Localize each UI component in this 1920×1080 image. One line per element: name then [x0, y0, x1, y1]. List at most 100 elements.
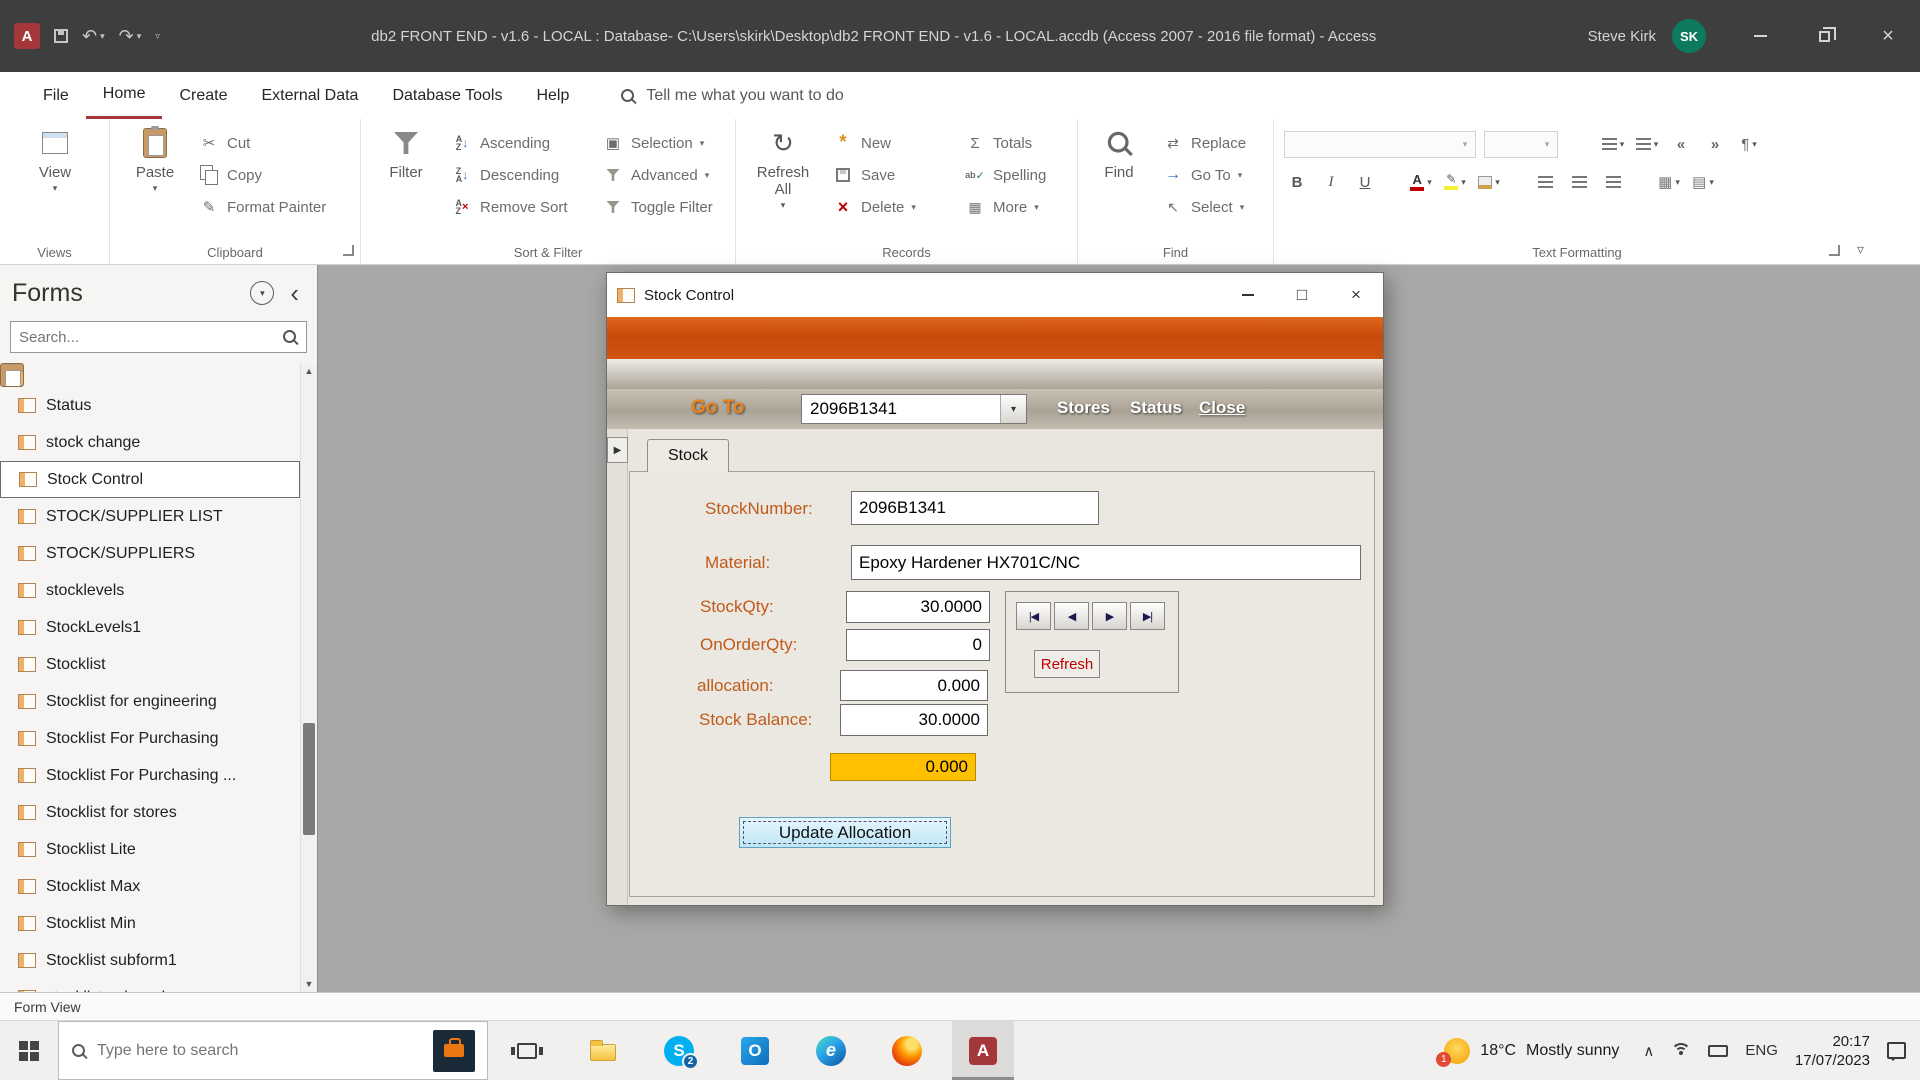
fill-color-button[interactable]: ▾: [1476, 169, 1502, 195]
new-record-button[interactable]: *New: [832, 127, 916, 159]
totals-button[interactable]: ΣTotals: [964, 127, 1046, 159]
sidebar-search-input[interactable]: [19, 329, 282, 346]
italic-button[interactable]: I: [1318, 169, 1344, 195]
scrollbar-thumb[interactable]: [303, 723, 315, 835]
file-explorer-button[interactable]: [572, 1021, 634, 1080]
record-selector[interactable]: ▶: [607, 437, 628, 463]
filter-button[interactable]: Filter: [369, 125, 443, 181]
skype-button[interactable]: S2: [648, 1021, 710, 1080]
form-minimize-button[interactable]: [1221, 273, 1275, 317]
sidebar-search-box[interactable]: [10, 321, 307, 353]
advanced-filter-button[interactable]: Advanced▾: [602, 159, 713, 191]
search-highlights-icon[interactable]: [433, 1030, 475, 1072]
firefox-button[interactable]: [876, 1021, 938, 1080]
list-item[interactable]: Status: [0, 387, 300, 424]
access-taskbar-button[interactable]: A: [952, 1021, 1014, 1080]
tab-create[interactable]: Create: [162, 72, 244, 119]
stock-balance-input[interactable]: [840, 704, 988, 736]
tell-me-box[interactable]: Tell me what you want to do: [620, 87, 843, 105]
align-center-button[interactable]: [1566, 169, 1592, 195]
list-item[interactable]: Stocklist for stores: [0, 794, 300, 831]
close-button[interactable]: ×: [1856, 0, 1920, 72]
outlook-button[interactable]: O: [724, 1021, 786, 1080]
on-order-qty-input[interactable]: [846, 629, 990, 661]
status-button[interactable]: Status: [1130, 398, 1182, 418]
align-right-button[interactable]: [1600, 169, 1626, 195]
goto-input[interactable]: [802, 395, 1000, 423]
copy-button[interactable]: Copy: [198, 159, 326, 191]
list-item[interactable]: Stocklist For Purchasing: [0, 720, 300, 757]
gridlines-button[interactable]: ▦▾: [1656, 169, 1682, 195]
restore-button[interactable]: [1792, 0, 1856, 72]
list-item[interactable]: Stocklist For Purchasing ...: [0, 757, 300, 794]
tab-stock[interactable]: Stock: [647, 439, 729, 472]
form-close-button[interactable]: ×: [1329, 273, 1383, 317]
descending-button[interactable]: ZA↓Descending: [451, 159, 568, 191]
list-item[interactable]: stocklevels: [0, 572, 300, 609]
refresh-all-button[interactable]: ↻ Refresh All ▾: [750, 125, 816, 210]
list-item[interactable]: STOCK/SUPPLIERS: [0, 535, 300, 572]
save-record-button[interactable]: Save: [832, 159, 916, 191]
go-to-button[interactable]: →Go To▾: [1162, 159, 1246, 191]
collapse-pane-icon[interactable]: ‹: [284, 281, 305, 305]
form-maximize-button[interactable]: □: [1275, 273, 1329, 317]
previous-record-button[interactable]: ◀: [1054, 602, 1089, 630]
start-button[interactable]: [0, 1021, 58, 1080]
scrollbar[interactable]: ▲ ▼: [300, 363, 317, 992]
text-direction-button[interactable]: ¶▾: [1736, 131, 1762, 157]
list-item-clipped[interactable]: [0, 363, 24, 387]
save-button[interactable]: [54, 29, 68, 43]
stock-qty-input[interactable]: [846, 591, 990, 623]
allocation-highlight-field[interactable]: [830, 753, 976, 781]
list-item[interactable]: Stocklist Max: [0, 868, 300, 905]
selection-button[interactable]: ▣Selection▾: [602, 127, 713, 159]
paste-button[interactable]: Paste ▾: [118, 125, 192, 193]
nav-pane-menu-icon[interactable]: ▾: [250, 281, 274, 305]
undo-button[interactable]: ↶▾: [82, 26, 105, 47]
list-item[interactable]: StockLevels1: [0, 609, 300, 646]
task-view-button[interactable]: [496, 1021, 558, 1080]
combo-dropdown-icon[interactable]: ▾: [1000, 395, 1026, 423]
taskbar-search-input[interactable]: [97, 1042, 423, 1060]
access-app-icon[interactable]: A: [14, 23, 40, 49]
select-button[interactable]: ↖Select▾: [1162, 191, 1246, 223]
material-input[interactable]: [851, 545, 1361, 580]
tab-home[interactable]: Home: [86, 72, 163, 119]
highlight-button[interactable]: ✎▾: [1442, 169, 1468, 195]
list-item[interactable]: Stocklist subform1: [0, 942, 300, 979]
user-name[interactable]: Steve Kirk: [1588, 28, 1656, 45]
list-item[interactable]: Stocklist Min: [0, 905, 300, 942]
align-left-button[interactable]: [1532, 169, 1558, 195]
underline-button[interactable]: U: [1352, 169, 1378, 195]
scrollbar-up-icon[interactable]: ▲: [301, 366, 317, 376]
network-button[interactable]: [1671, 1043, 1691, 1058]
format-painter-button[interactable]: ✎Format Painter: [198, 191, 326, 223]
allocation-input[interactable]: [840, 670, 988, 701]
tab-database-tools[interactable]: Database Tools: [375, 72, 519, 119]
find-button[interactable]: Find: [1082, 125, 1156, 181]
bold-button[interactable]: B: [1284, 169, 1310, 195]
font-name-combobox[interactable]: ▾: [1284, 131, 1476, 158]
tab-file[interactable]: File: [26, 72, 86, 119]
alternate-row-color-button[interactable]: ▤▾: [1690, 169, 1716, 195]
tray-chevron-button[interactable]: ∧: [1643, 1042, 1654, 1060]
bullets-button[interactable]: ▾: [1600, 131, 1626, 157]
language-button[interactable]: ENG: [1745, 1042, 1778, 1059]
remove-sort-button[interactable]: AZ×Remove Sort: [451, 191, 568, 223]
clock[interactable]: 20:17 17/07/2023: [1795, 1032, 1870, 1070]
toggle-filter-button[interactable]: Toggle Filter: [602, 191, 713, 223]
font-color-button[interactable]: A▾: [1408, 169, 1434, 195]
minimize-button[interactable]: [1728, 0, 1792, 72]
spelling-button[interactable]: ab✓Spelling: [964, 159, 1046, 191]
decrease-indent-button[interactable]: «: [1668, 131, 1694, 157]
cut-button[interactable]: ✂Cut: [198, 127, 326, 159]
tab-help[interactable]: Help: [519, 72, 586, 119]
avatar[interactable]: SK: [1672, 19, 1706, 53]
goto-combobox[interactable]: ▾: [801, 394, 1027, 424]
list-item-stock-control[interactable]: Stock Control: [0, 461, 300, 498]
font-size-combobox[interactable]: ▾: [1484, 131, 1558, 158]
redo-button[interactable]: ↷▾: [119, 26, 142, 47]
taskbar-search[interactable]: [58, 1021, 488, 1080]
collapse-ribbon-icon[interactable]: ▿: [1857, 241, 1864, 258]
more-button[interactable]: ▦More▾: [964, 191, 1046, 223]
